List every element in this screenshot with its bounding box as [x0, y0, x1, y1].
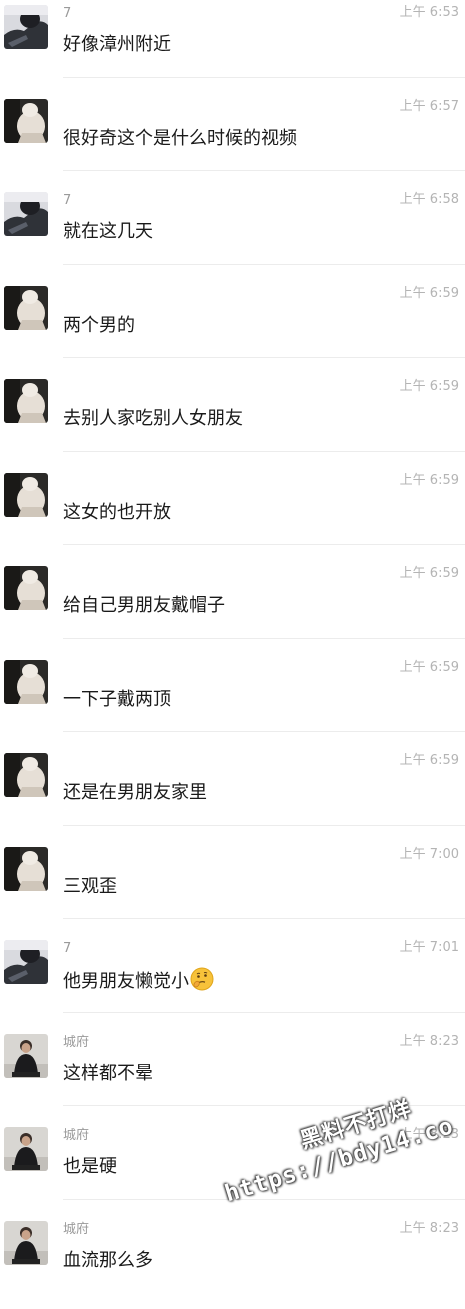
message-text-content: 还是在男朋友家里	[63, 782, 207, 803]
message-text: 还是在男朋友家里	[63, 780, 207, 806]
message-time: 上午 8:23	[400, 1034, 459, 1050]
sender-avatar[interactable]	[4, 660, 48, 704]
chat-message[interactable]: 上午 6:59 一下子戴两顶	[0, 655, 465, 749]
message-divider	[63, 170, 465, 171]
chat-message[interactable]: 上午 6:59 两个男的	[0, 281, 465, 375]
message-text-content: 给自己男朋友戴帽子	[63, 595, 225, 616]
message-text-content: 去别人家吃别人女朋友	[63, 408, 243, 429]
message-text-content: 就在这几天	[63, 221, 153, 242]
sender-name: 城府	[63, 1035, 89, 1051]
message-text-content: 很好奇这个是什么时候的视频	[63, 128, 297, 149]
sender-avatar[interactable]	[4, 847, 48, 891]
chat-message[interactable]: 城府 上午 8:23 也是硬	[0, 1122, 465, 1216]
message-text-content: 这样都不晕	[63, 1063, 153, 1084]
sender-avatar[interactable]	[4, 192, 48, 236]
message-divider	[63, 451, 465, 452]
sender-avatar[interactable]	[4, 5, 48, 49]
message-time: 上午 6:59	[400, 379, 459, 395]
sender-avatar[interactable]	[4, 379, 48, 423]
sender-avatar[interactable]	[4, 566, 48, 610]
message-divider	[63, 1105, 465, 1106]
message-time: 上午 6:53	[400, 5, 459, 21]
message-divider	[63, 77, 465, 78]
message-divider	[63, 544, 465, 545]
thinking-face-emoji	[190, 967, 214, 999]
sender-avatar[interactable]	[4, 286, 48, 330]
chat-message[interactable]: 上午 6:59 去别人家吃别人女朋友	[0, 374, 465, 468]
message-text: 这女的也开放	[63, 500, 171, 526]
sender-name: 7	[63, 193, 71, 209]
message-time: 上午 6:57	[400, 99, 459, 115]
message-time: 上午 6:59	[400, 566, 459, 582]
message-text: 也是硬	[63, 1154, 117, 1180]
chat-message[interactable]: 7 上午 6:53 好像漳州附近	[0, 0, 465, 94]
sender-avatar[interactable]	[4, 99, 48, 143]
message-time: 上午 6:59	[400, 286, 459, 302]
chat-message[interactable]: 7 上午 7:01 他男朋友懒觉小	[0, 935, 465, 1029]
sender-name: 7	[63, 6, 71, 22]
message-divider	[63, 264, 465, 265]
message-text: 他男朋友懒觉小	[63, 967, 214, 999]
message-divider	[63, 825, 465, 826]
message-divider	[63, 1012, 465, 1013]
sender-name: 城府	[63, 1128, 89, 1144]
chat-message[interactable]: 上午 7:00 三观歪	[0, 842, 465, 936]
sender-avatar[interactable]	[4, 940, 48, 984]
chat-message-list: 7 上午 6:53 好像漳州附近上午 6:57 很好奇这个是什么时候的视频 7 上午 6:…	[0, 0, 465, 1280]
chat-message[interactable]: 上午 6:59 给自己男朋友戴帽子	[0, 561, 465, 655]
chat-message[interactable]: 上午 6:59 这女的也开放	[0, 468, 465, 562]
message-text-content: 一下子戴两顶	[63, 689, 171, 710]
chat-message[interactable]: 城府 上午 8:23 血流那么多	[0, 1216, 465, 1309]
sender-name: 城府	[63, 1222, 89, 1238]
message-text-content: 这女的也开放	[63, 502, 171, 523]
chat-message[interactable]: 城府 上午 8:23 这样都不晕	[0, 1029, 465, 1123]
message-text: 血流那么多	[63, 1248, 153, 1274]
message-time: 上午 8:23	[400, 1127, 459, 1143]
sender-avatar[interactable]	[4, 1221, 48, 1265]
message-time: 上午 6:58	[400, 192, 459, 208]
message-text-content: 也是硬	[63, 1156, 117, 1177]
message-text: 就在这几天	[63, 219, 153, 245]
message-text-content: 他男朋友懒觉小	[63, 971, 189, 992]
chat-message[interactable]: 上午 6:59 还是在男朋友家里	[0, 748, 465, 842]
message-divider	[63, 731, 465, 732]
message-text: 三观歪	[63, 874, 117, 900]
sender-avatar[interactable]	[4, 473, 48, 517]
message-text-content: 血流那么多	[63, 1250, 153, 1271]
message-divider	[63, 638, 465, 639]
sender-avatar[interactable]	[4, 753, 48, 797]
message-text: 给自己男朋友戴帽子	[63, 593, 225, 619]
message-text: 去别人家吃别人女朋友	[63, 406, 243, 432]
message-time: 上午 6:59	[400, 660, 459, 676]
message-divider	[63, 1199, 465, 1200]
message-text: 一下子戴两顶	[63, 687, 171, 713]
sender-avatar[interactable]	[4, 1127, 48, 1171]
sender-avatar[interactable]	[4, 1034, 48, 1078]
message-text-content: 三观歪	[63, 876, 117, 897]
message-text: 好像漳州附近	[63, 32, 171, 58]
message-text: 这样都不晕	[63, 1061, 153, 1087]
message-text-content: 好像漳州附近	[63, 34, 171, 55]
chat-message[interactable]: 7 上午 6:58 就在这几天	[0, 187, 465, 281]
message-time: 上午 7:01	[400, 940, 459, 956]
sender-name: 7	[63, 941, 71, 957]
message-time: 上午 7:00	[400, 847, 459, 863]
message-text: 很好奇这个是什么时候的视频	[63, 126, 297, 152]
message-text: 两个男的	[63, 313, 135, 339]
message-time: 上午 8:23	[400, 1221, 459, 1237]
chat-message[interactable]: 上午 6:57 很好奇这个是什么时候的视频	[0, 94, 465, 188]
message-divider	[63, 357, 465, 358]
message-divider	[63, 918, 465, 919]
message-text-content: 两个男的	[63, 315, 135, 336]
message-time: 上午 6:59	[400, 473, 459, 489]
message-time: 上午 6:59	[400, 753, 459, 769]
